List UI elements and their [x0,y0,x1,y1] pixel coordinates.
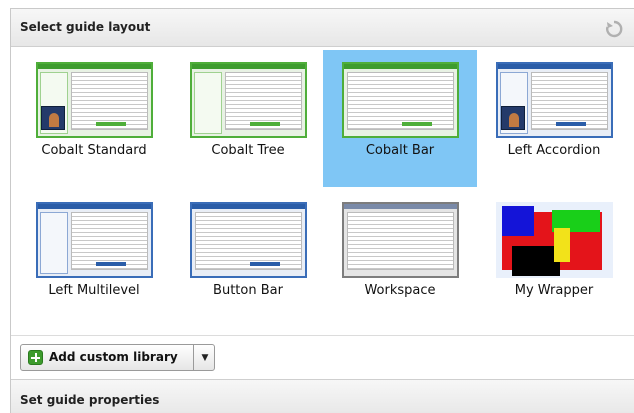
layout-label: Cobalt Bar [365,143,435,158]
guide-layout-panel: Select guide layout Cobalt Standard Coba… [10,8,634,413]
layout-thumbnail [36,202,153,278]
layout-thumbnail [190,202,307,278]
layout-label: Workspace [364,283,436,298]
layout-tile-left-multilevel[interactable]: Left Multilevel [17,190,171,327]
layout-tile-cobalt-bar[interactable]: Cobalt Bar [323,50,477,187]
layout-label: Left Multilevel [48,283,140,298]
panel-header: Select guide layout [11,9,634,47]
layout-thumbnail [36,62,153,138]
button-separator [193,345,194,370]
layout-label: Left Accordion [507,143,601,158]
library-toolbar: Add custom library ▼ [11,335,634,379]
add-custom-library-button[interactable]: Add custom library ▼ [20,344,215,371]
plus-icon [28,350,43,365]
layout-tile-left-accordion[interactable]: Left Accordion [477,50,631,187]
layout-thumbnail [342,62,459,138]
layout-thumbnail [190,62,307,138]
layout-tile-button-bar[interactable]: Button Bar [171,190,325,327]
layout-thumbnail [496,62,613,138]
layout-grid: Cobalt Standard Cobalt Tree Cobalt Bar L… [11,48,634,328]
layout-tile-cobalt-standard[interactable]: Cobalt Standard [17,50,171,187]
layout-tile-cobalt-tree[interactable]: Cobalt Tree [171,50,325,187]
guide-properties-header[interactable]: Set guide properties [11,379,634,413]
layout-tile-my-wrapper[interactable]: My Wrapper [477,190,631,327]
layout-label: Cobalt Standard [41,143,147,158]
guide-properties-title: Set guide properties [20,393,160,407]
layout-label: My Wrapper [514,283,594,298]
layout-label: Button Bar [213,283,283,298]
chevron-down-icon[interactable]: ▼ [198,351,212,365]
wrapper-thumbnail [496,202,613,278]
add-custom-library-label: Add custom library [49,350,178,364]
refresh-icon[interactable] [604,19,624,39]
layout-label: Cobalt Tree [211,143,285,158]
layout-tile-workspace[interactable]: Workspace [323,190,477,327]
layout-thumbnail [342,202,459,278]
panel-title: Select guide layout [20,20,151,34]
